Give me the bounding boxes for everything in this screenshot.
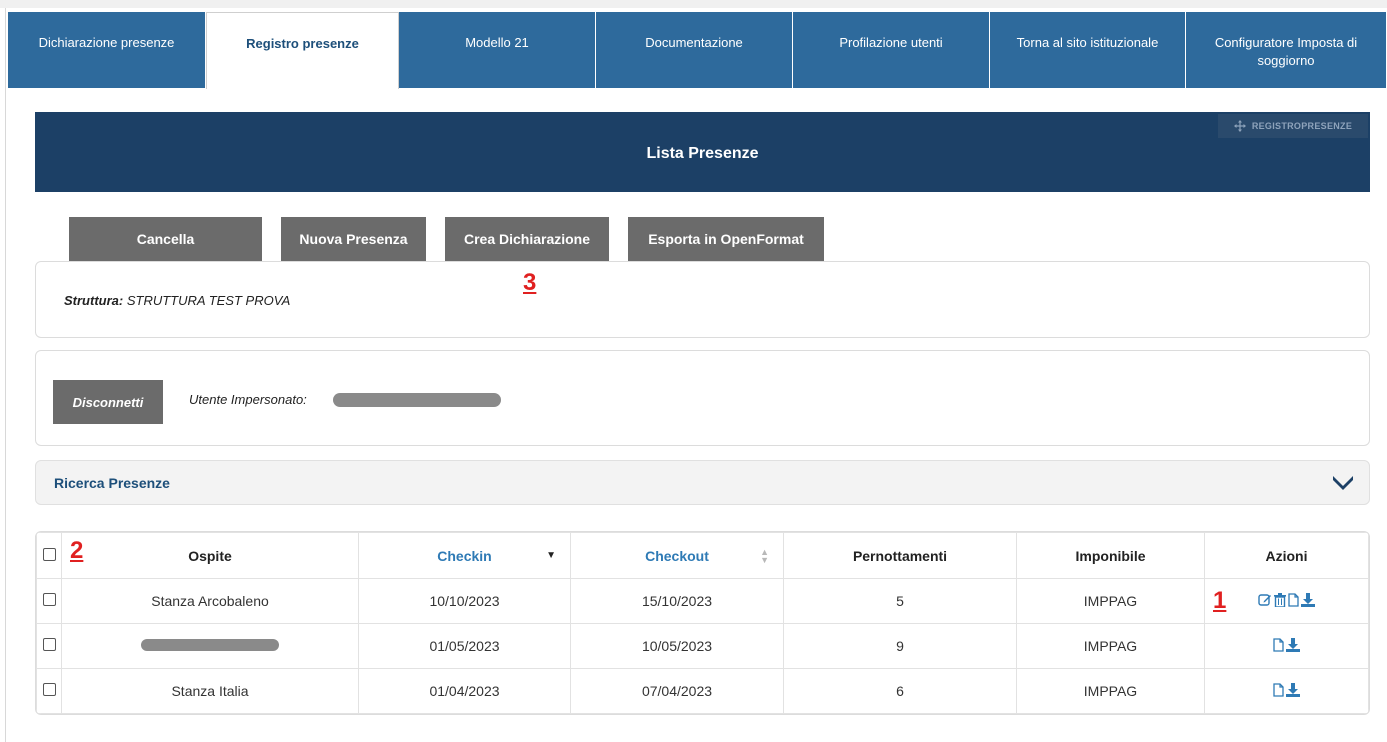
cell-azioni (1204, 578, 1369, 624)
cell-pernottamenti: 9 (783, 623, 1017, 669)
header-ospite: Ospite (61, 532, 359, 579)
document-icon[interactable] (1273, 682, 1284, 697)
sort-desc-icon: ▼ (546, 549, 556, 561)
table-row: 01/05/2023 10/05/2023 9 IMPPAG (36, 623, 1369, 669)
row-select-cell (36, 623, 62, 669)
structure-value: STRUTTURA TEST PROVA (126, 293, 291, 308)
header-imponibile: Imponibile (1016, 532, 1205, 579)
move-icon (1233, 120, 1246, 132)
document-icon[interactable] (1273, 637, 1284, 652)
presences-table: Ospite Checkin ▼ Checkout ▲ ▼ Pernottamenti… (35, 531, 1370, 715)
header-checkin[interactable]: Checkin ▼ (358, 532, 571, 579)
cell-imponibile: IMPPAG (1016, 623, 1205, 669)
cell-ospite: Stanza Italia (61, 668, 359, 714)
structure-label: Struttura: (64, 293, 124, 308)
cell-ospite: Stanza Arcobaleno (61, 578, 359, 624)
cell-pernottamenti: 5 (783, 578, 1017, 624)
portlet-tag-label: REGISTROPRESENZE (1251, 121, 1353, 131)
export-openformat-button[interactable]: Esporta in OpenFormat (628, 217, 824, 261)
impersonation-panel: Disconnetti Utente Impersonato: (35, 350, 1370, 446)
tab-documentazione[interactable]: Documentazione (596, 12, 793, 88)
tab-label: Dichiarazione presenze (38, 35, 175, 50)
header-pernottamenti: Pernottamenti (783, 532, 1017, 579)
select-all-checkbox[interactable] (42, 547, 56, 561)
cell-checkout: 15/10/2023 (570, 578, 784, 624)
tab-profilazione-utenti[interactable]: Profilazione utenti (793, 12, 990, 88)
tab-label: Configuratore Imposta di soggiorno (1214, 35, 1358, 68)
redacted-user (333, 393, 501, 407)
table-header-row: Ospite Checkin ▼ Checkout ▲ ▼ Pernottamenti… (36, 532, 1369, 579)
disconnect-button[interactable]: Disconnetti (53, 380, 163, 424)
cell-imponibile: IMPPAG (1016, 668, 1205, 714)
structure-info: Struttura: STRUTTURA TEST PROVA (64, 293, 290, 308)
top-strip (0, 0, 1387, 8)
cell-checkin: 01/05/2023 (358, 623, 571, 669)
create-declaration-button[interactable]: Crea Dichiarazione (445, 217, 609, 261)
page-title: Lista Presenze (646, 145, 759, 162)
impersonated-user-label: Utente Impersonato: (189, 392, 307, 407)
table-row: Stanza Italia 01/04/2023 07/04/2023 6 IM… (36, 668, 1369, 714)
row-checkbox[interactable] (42, 683, 56, 696)
download-icon[interactable] (1286, 637, 1300, 652)
download-icon[interactable] (1301, 592, 1315, 607)
list-header: Lista Presenze REGISTROPRESENZE (35, 112, 1370, 192)
cancel-button[interactable]: Cancella (69, 217, 262, 261)
row-checkbox[interactable] (42, 593, 56, 606)
edit-icon[interactable] (1258, 593, 1272, 607)
search-title: Ricerca Presenze (54, 475, 170, 491)
new-presence-button[interactable]: Nuova Presenza (281, 217, 426, 261)
cell-ospite (61, 623, 359, 669)
row-select-cell (36, 668, 62, 714)
tab-registro-presenze[interactable]: Registro presenze (206, 12, 399, 89)
cell-pernottamenti: 6 (783, 668, 1017, 714)
structure-panel: Struttura: STRUTTURA TEST PROVA (35, 261, 1370, 338)
download-icon[interactable] (1286, 682, 1300, 697)
tab-label: Profilazione utenti (839, 35, 943, 50)
row-select-cell (36, 578, 62, 624)
tab-torna-sito[interactable]: Torna al sito istituzionale (990, 12, 1186, 88)
cell-checkin: 01/04/2023 (358, 668, 571, 714)
cell-checkout: 07/04/2023 (570, 668, 784, 714)
row-checkbox[interactable] (42, 638, 56, 651)
cell-imponibile: IMPPAG (1016, 578, 1205, 624)
tab-configuratore-imposta[interactable]: Configuratore Imposta di soggiorno (1186, 12, 1387, 88)
chevron-down-icon[interactable] (1331, 471, 1355, 493)
cell-checkin: 10/10/2023 (358, 578, 571, 624)
sort-both-icon: ▲ ▼ (760, 546, 769, 565)
main-nav: Dichiarazione presenze Registro presenze… (8, 12, 1387, 89)
redacted-guest (141, 639, 279, 651)
tab-modello-21[interactable]: Modello 21 (399, 12, 596, 88)
cell-azioni (1204, 668, 1369, 714)
header-checkout-label: Checkout (645, 547, 709, 564)
portlet-tag[interactable]: REGISTROPRESENZE (1218, 114, 1368, 138)
tab-label: Torna al sito istituzionale (1016, 35, 1159, 50)
header-azioni: Azioni (1204, 532, 1369, 579)
tab-dichiarazione-presenze[interactable]: Dichiarazione presenze (8, 12, 206, 88)
cell-azioni (1204, 623, 1369, 669)
search-accordion[interactable]: Ricerca Presenze (35, 460, 1370, 505)
tab-label: Registro presenze (246, 36, 359, 51)
table-row: Stanza Arcobaleno 10/10/2023 15/10/2023 … (36, 578, 1369, 624)
select-all-cell (36, 532, 62, 579)
left-rule (5, 8, 6, 742)
tab-label: Documentazione (645, 35, 743, 50)
document-icon[interactable] (1288, 592, 1299, 607)
tab-label: Modello 21 (465, 35, 529, 50)
trash-icon[interactable] (1274, 592, 1286, 607)
header-checkout[interactable]: Checkout ▲ ▼ (570, 532, 784, 579)
annotation-3: 3 (523, 269, 537, 296)
header-checkin-label: Checkin (437, 547, 492, 564)
cell-checkout: 10/05/2023 (570, 623, 784, 669)
